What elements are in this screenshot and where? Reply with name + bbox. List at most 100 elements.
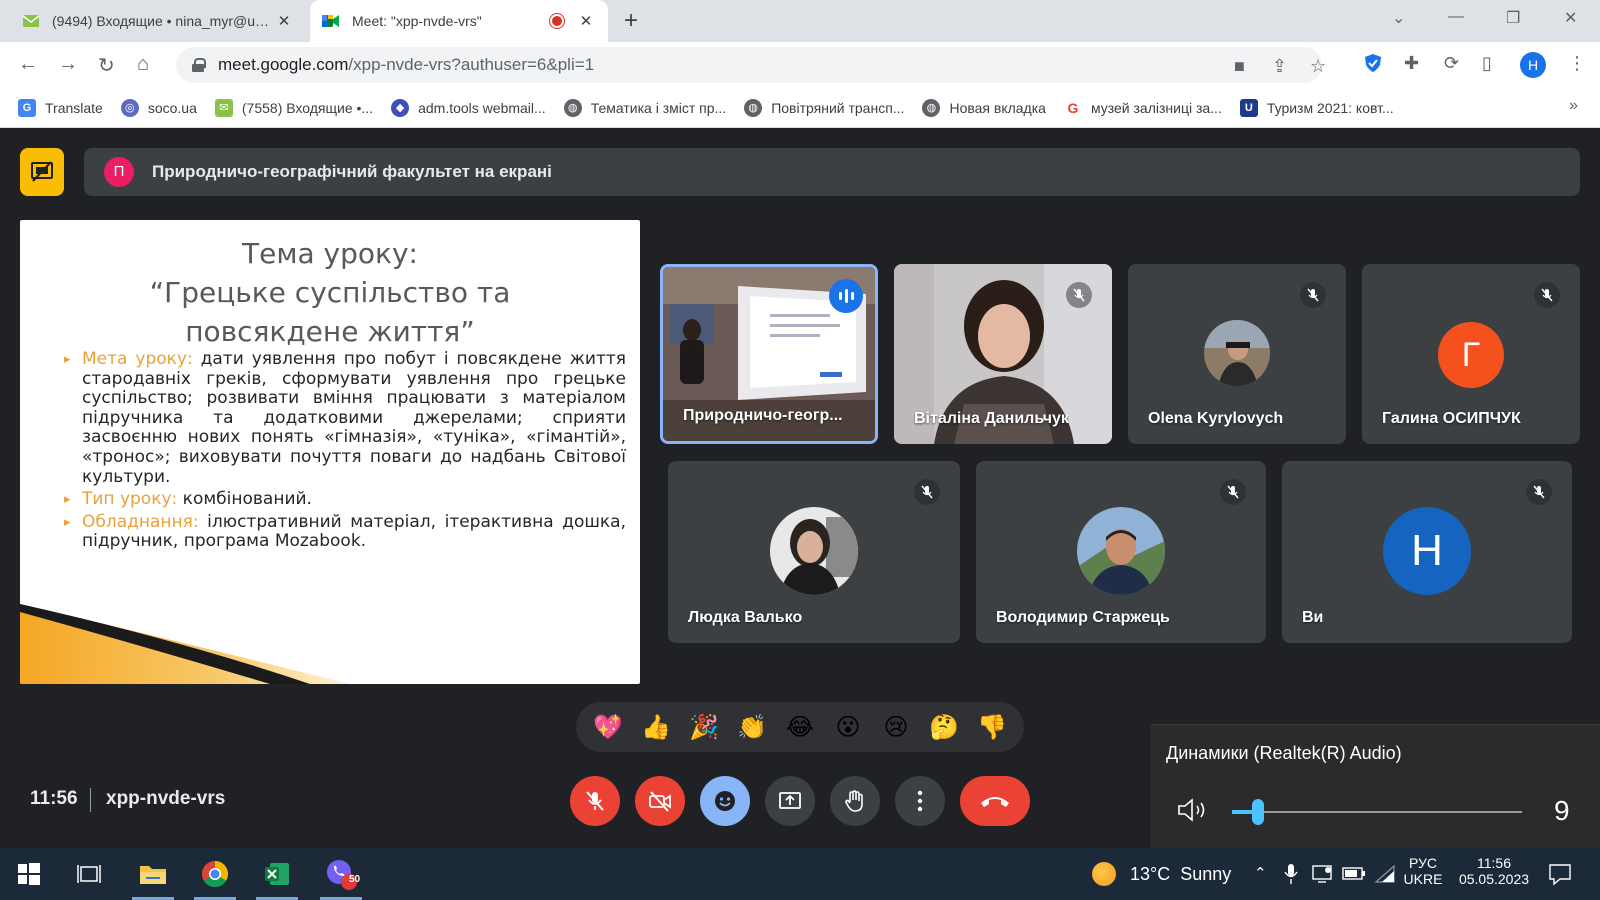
menu-kebab-icon[interactable]: ⋮ — [1568, 53, 1586, 74]
mic-off-icon — [1220, 479, 1246, 505]
language-indicator[interactable]: РУС UKRE — [1400, 855, 1446, 887]
divider — [90, 788, 91, 812]
meet-stage: П Природничо-географічний факультет на е… — [0, 128, 1600, 848]
task-view-icon — [77, 865, 101, 883]
reload-icon[interactable]: ↻ — [98, 53, 115, 78]
tab-mail[interactable]: (9494) Входящие • nina_myr@ukr.net ✕ — [10, 0, 306, 42]
close-icon[interactable]: ✕ — [274, 12, 294, 30]
participant-name: Віталіна Данильчук — [914, 410, 1069, 427]
adm-tools-icon: ◆ — [391, 98, 410, 117]
leave-call-button[interactable] — [960, 776, 1030, 826]
participant-tile[interactable]: Людка Валько — [668, 461, 960, 643]
raise-hand-button[interactable] — [830, 776, 880, 826]
viber-button[interactable]: 50 — [316, 848, 366, 900]
bookmark-item[interactable]: U Туризм 2021: ковт... — [1239, 98, 1394, 117]
reaction-thumbs-down-icon[interactable]: 👎 — [973, 708, 1011, 746]
file-explorer-button[interactable] — [128, 848, 178, 900]
slide-bullet: Мета уроку: дати уявлення про побут і по… — [64, 349, 626, 487]
bookmark-item[interactable]: ◍ Тематика і зміст пр... — [563, 98, 726, 117]
address-bar[interactable]: meet.google.com/xpp-nvde-vrs?authuser=6&… — [176, 47, 1326, 83]
system-clock[interactable]: 11:56 05.05.2023 — [1452, 855, 1536, 887]
network-monitor-icon[interactable] — [1312, 864, 1334, 884]
camera-off-icon — [649, 791, 671, 812]
back-icon[interactable]: ← — [18, 53, 38, 76]
side-panel-icon[interactable]: ▯ — [1482, 53, 1492, 74]
close-icon[interactable]: ✕ — [576, 12, 596, 30]
participant-name: Природничо-геогр... — [683, 407, 843, 424]
present-screen-button[interactable] — [765, 776, 815, 826]
bookmarks-overflow-icon[interactable]: » — [1569, 97, 1578, 115]
tab-search-icon[interactable]: ⌄ — [1392, 8, 1405, 28]
profile-avatar[interactable]: Н — [1520, 52, 1546, 78]
bookmark-star-icon[interactable]: ☆ — [1310, 56, 1326, 77]
volume-value: 9 — [1554, 795, 1570, 826]
stop-presenting-icon[interactable] — [20, 148, 64, 196]
reaction-thinking-icon[interactable]: 🤔 — [925, 708, 963, 746]
reaction-cry-icon[interactable]: 😢 — [877, 708, 915, 746]
chevron-up-icon[interactable]: ⌃ — [1254, 864, 1267, 882]
bookmark-item[interactable]: Gмузей залізниці за... — [1063, 98, 1222, 117]
microphone-icon[interactable] — [1284, 863, 1298, 885]
bookmark-item[interactable]: ◍ Новая вкладка — [922, 98, 1046, 117]
weather-text[interactable]: 13°C Sunny — [1130, 864, 1231, 885]
new-tab-icon[interactable]: + — [624, 7, 638, 35]
bookmark-item[interactable]: ◍ Повітряний трансп... — [744, 98, 904, 117]
minimize-icon[interactable]: — — [1448, 8, 1464, 26]
wifi-icon[interactable] — [1374, 864, 1396, 884]
forward-icon[interactable]: → — [58, 53, 78, 76]
reaction-clap-icon[interactable]: 👏 — [733, 708, 771, 746]
task-view-button[interactable] — [64, 848, 114, 900]
avatar: Г — [1438, 322, 1504, 388]
participant-tile[interactable]: Н Ви — [1282, 461, 1572, 643]
reaction-thumbs-up-icon[interactable]: 👍 — [637, 708, 675, 746]
mic-off-icon — [914, 479, 940, 505]
volume-slider-track[interactable] — [1232, 811, 1522, 813]
url-text: meet.google.com/xpp-nvde-vrs?authuser=6&… — [218, 55, 595, 74]
participant-tile[interactable]: Г Галина ОСИПЧУК — [1362, 264, 1580, 444]
home-icon[interactable]: ⌂ — [137, 53, 149, 76]
reactions-button[interactable] — [700, 776, 750, 826]
presentation-banner: П Природничо-географічний факультет на е… — [84, 148, 1580, 196]
restore-icon[interactable]: ❐ — [1506, 8, 1520, 28]
volume-slider-thumb[interactable] — [1252, 799, 1265, 825]
participant-tile[interactable]: Володимир Старжець — [976, 461, 1266, 643]
tab-title: (9494) Входящие • nina_myr@ukr.net — [52, 13, 274, 29]
participant-tile[interactable]: Природничо-геогр... — [660, 264, 878, 444]
battery-icon[interactable] — [1342, 866, 1366, 882]
audio-device-name[interactable]: Динамики (Realtek(R) Audio) — [1166, 743, 1402, 764]
excel-button[interactable] — [252, 848, 302, 900]
site-logo-icon: U — [1239, 98, 1258, 117]
tab-meet[interactable]: Meet: "xpp-nvde-vrs" ✕ — [310, 0, 608, 42]
reactions-bar: 💖 👍 🎉 👏 😂 😮 😢 🤔 👎 — [576, 702, 1024, 752]
speaker-icon[interactable] — [1176, 795, 1212, 825]
window-close-icon[interactable]: ✕ — [1564, 8, 1577, 28]
participant-tile[interactable]: Віталіна Данильчук — [894, 264, 1112, 444]
share-icon[interactable]: ⇪ — [1272, 56, 1287, 77]
extensions-puzzle-icon[interactable]: ✚ — [1404, 53, 1419, 74]
viber-badge: 50 — [349, 874, 361, 885]
shield-extension-icon[interactable] — [1364, 53, 1382, 78]
google-icon: G — [1063, 98, 1082, 117]
mic-toggle-button[interactable] — [570, 776, 620, 826]
mic-off-icon — [586, 791, 604, 811]
bookmark-item[interactable]: ◆ adm.tools webmail... — [391, 98, 546, 117]
reaction-surprised-icon[interactable]: 😮 — [829, 708, 867, 746]
reaction-party-icon[interactable]: 🎉 — [685, 708, 723, 746]
camera-toggle-button[interactable] — [635, 776, 685, 826]
camera-icon[interactable]: ■ — [1234, 56, 1245, 77]
notifications-icon[interactable] — [1548, 862, 1572, 886]
bookmark-item[interactable]: G Translate — [18, 98, 103, 117]
participant-tile[interactable]: Olena Kyrylovych — [1128, 264, 1346, 444]
chrome-button[interactable] — [190, 848, 240, 900]
slide-decoration — [20, 604, 350, 684]
more-options-button[interactable] — [895, 776, 945, 826]
sync-icon[interactable]: ⟳ — [1444, 53, 1459, 74]
reaction-laugh-icon[interactable]: 😂 — [781, 708, 819, 746]
google-translate-icon: G — [18, 98, 36, 117]
mic-off-icon — [1534, 282, 1560, 308]
reaction-heart-icon[interactable]: 💖 — [589, 708, 627, 746]
weather-sun-icon[interactable] — [1092, 862, 1116, 886]
start-button[interactable] — [4, 848, 54, 900]
bookmark-item[interactable]: ◎ soco.ua — [120, 98, 197, 117]
bookmark-item[interactable]: ✉ (7558) Входящие •... — [214, 98, 373, 117]
